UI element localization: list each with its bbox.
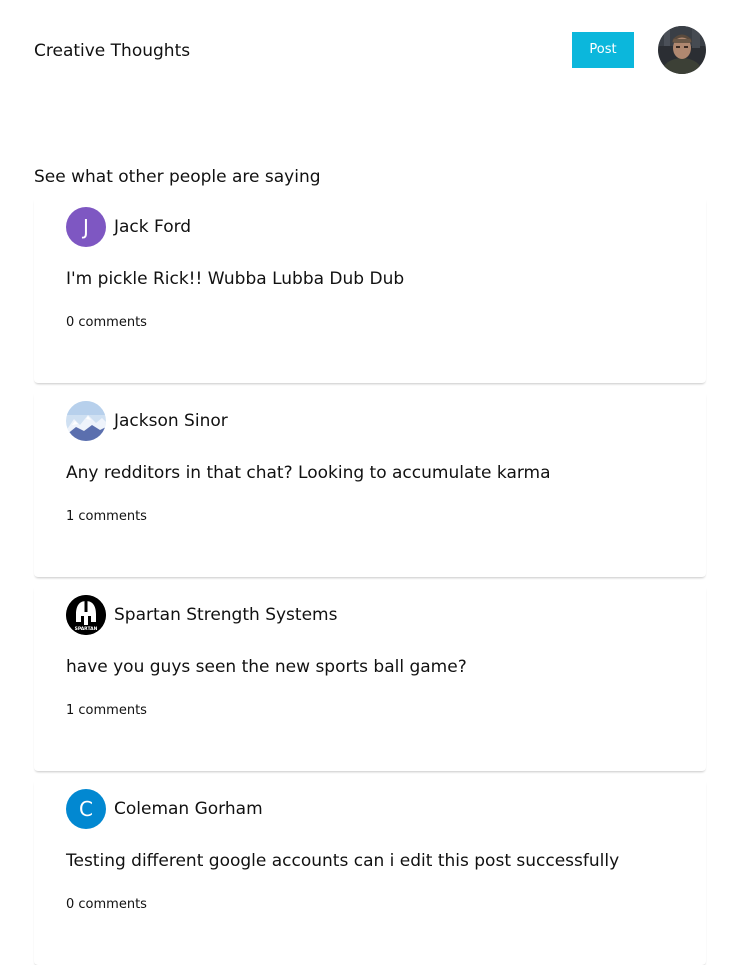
post-header: C Coleman Gorham <box>66 789 263 829</box>
feed-heading: See what other people are saying <box>34 167 321 187</box>
post-text: I'm pickle Rick!! Wubba Lubba Dub Dub <box>66 269 405 289</box>
app-title[interactable]: Creative Thoughts <box>34 40 190 62</box>
spartan-helmet-logo-avatar-icon[interactable]: SPARTAN <box>66 595 106 635</box>
spartan-logo-text: SPARTAN <box>75 626 98 632</box>
author-name: Spartan Strength Systems <box>114 605 338 625</box>
app-bar: Creative Thoughts Post <box>0 0 730 100</box>
post-card: Jackson Sinor Any redditors in that chat… <box>34 391 706 577</box>
post-header: Jackson Sinor <box>66 401 228 441</box>
post-card: SPARTAN Spartan Strength Systems have yo… <box>34 585 706 771</box>
post-card: J Jack Ford I'm pickle Rick!! Wubba Lubb… <box>34 197 706 383</box>
comments-link[interactable]: 0 comments <box>66 315 147 331</box>
post-header: SPARTAN Spartan Strength Systems <box>66 595 337 635</box>
author-name: Coleman Gorham <box>114 799 263 819</box>
post-header: J Jack Ford <box>66 207 191 247</box>
comments-link[interactable]: 0 comments <box>66 897 147 913</box>
letter-avatar-icon[interactable]: C <box>66 789 106 829</box>
comments-link[interactable]: 1 comments <box>66 509 147 525</box>
post-text: have you guys seen the new sports ball g… <box>66 657 467 677</box>
post-text: Any redditors in that chat? Looking to a… <box>66 463 551 483</box>
author-name: Jackson Sinor <box>114 411 228 431</box>
post-card: C Coleman Gorham Testing different googl… <box>34 779 706 965</box>
comments-link[interactable]: 1 comments <box>66 703 147 719</box>
letter-avatar-icon[interactable]: J <box>66 207 106 247</box>
author-name: Jack Ford <box>114 217 192 237</box>
post-button[interactable]: Post <box>572 32 634 68</box>
user-profile-photo-icon <box>658 26 706 74</box>
post-text: Testing different google accounts can i … <box>66 851 620 871</box>
user-avatar[interactable] <box>658 26 706 74</box>
mountain-landscape-avatar-icon[interactable] <box>66 401 106 441</box>
